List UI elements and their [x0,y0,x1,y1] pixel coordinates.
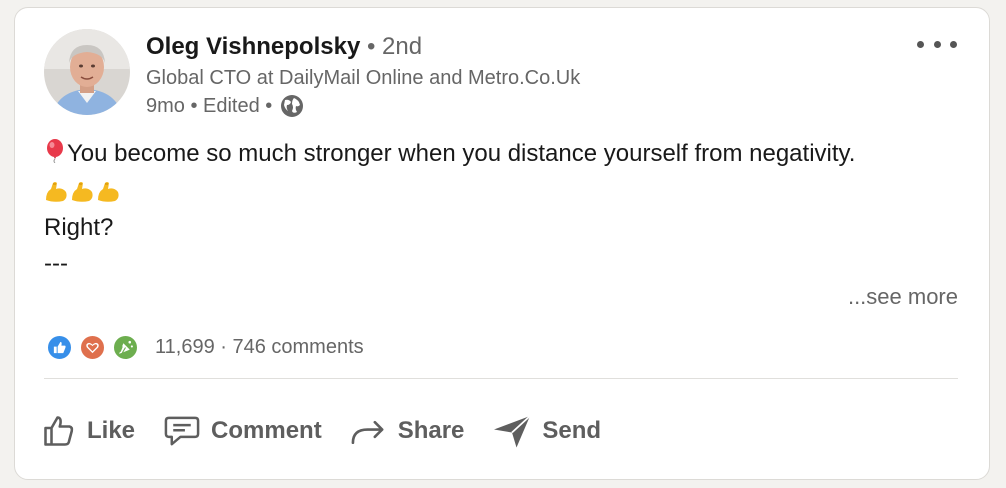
action-bar: Like Comment Share Send [41,408,629,454]
author-line: Oleg Vishnepolsky • 2nd [146,32,422,62]
celebrate-icon [112,334,139,361]
share-label: Share [397,417,465,444]
comment-label: Comment [211,417,322,444]
like-label: Like [87,417,136,444]
divider [44,378,958,379]
like-icon [46,334,73,361]
reaction-icons [46,334,145,361]
dot [950,40,957,48]
post-card: Oleg Vishnepolsky • 2nd Global CTO at Da… [14,7,990,480]
comment-icon [164,416,200,446]
send-button[interactable]: Send [492,408,601,454]
balloon-icon [44,138,66,174]
globe-icon [280,94,304,118]
more-options-icon[interactable] [917,34,957,54]
post-time: 9mo • Edited • [146,95,273,117]
reactions-summary[interactable]: 11,699 · 746 comments [155,336,364,359]
dot [933,40,941,48]
flexed-biceps-icon [72,182,93,202]
share-arrow-icon [351,420,384,445]
dot [917,40,924,48]
social-counts[interactable]: 11,699 · 746 comments [46,334,364,361]
like-button[interactable]: Like [41,408,135,454]
thumbs-up-icon [44,416,74,446]
post-text: You become so much stronger when you dis… [44,136,855,282]
see-more-link[interactable]: ...see more [848,283,958,311]
author-headline: Global CTO at DailyMail Online and Metro… [146,67,581,89]
post-line-4: --- [44,250,68,277]
connection-degree: • 2nd [360,33,423,60]
emoji-row [44,174,855,210]
post-line-1-text: You become so much stronger when you dis… [67,140,856,167]
post-line-1: You become so much stronger when you dis… [44,136,855,174]
flexed-biceps-icon [98,182,119,202]
post-line-3: Right? [44,214,114,241]
love-icon [79,334,106,361]
send-paper-plane-icon [494,415,532,448]
avatar[interactable] [44,29,130,115]
share-button[interactable]: Share [350,408,465,454]
flexed-biceps-icon [46,182,67,202]
post-meta: 9mo • Edited • [146,93,304,119]
send-label: Send [542,417,602,444]
comment-button[interactable]: Comment [163,408,322,454]
author-name[interactable]: Oleg Vishnepolsky [146,33,360,60]
